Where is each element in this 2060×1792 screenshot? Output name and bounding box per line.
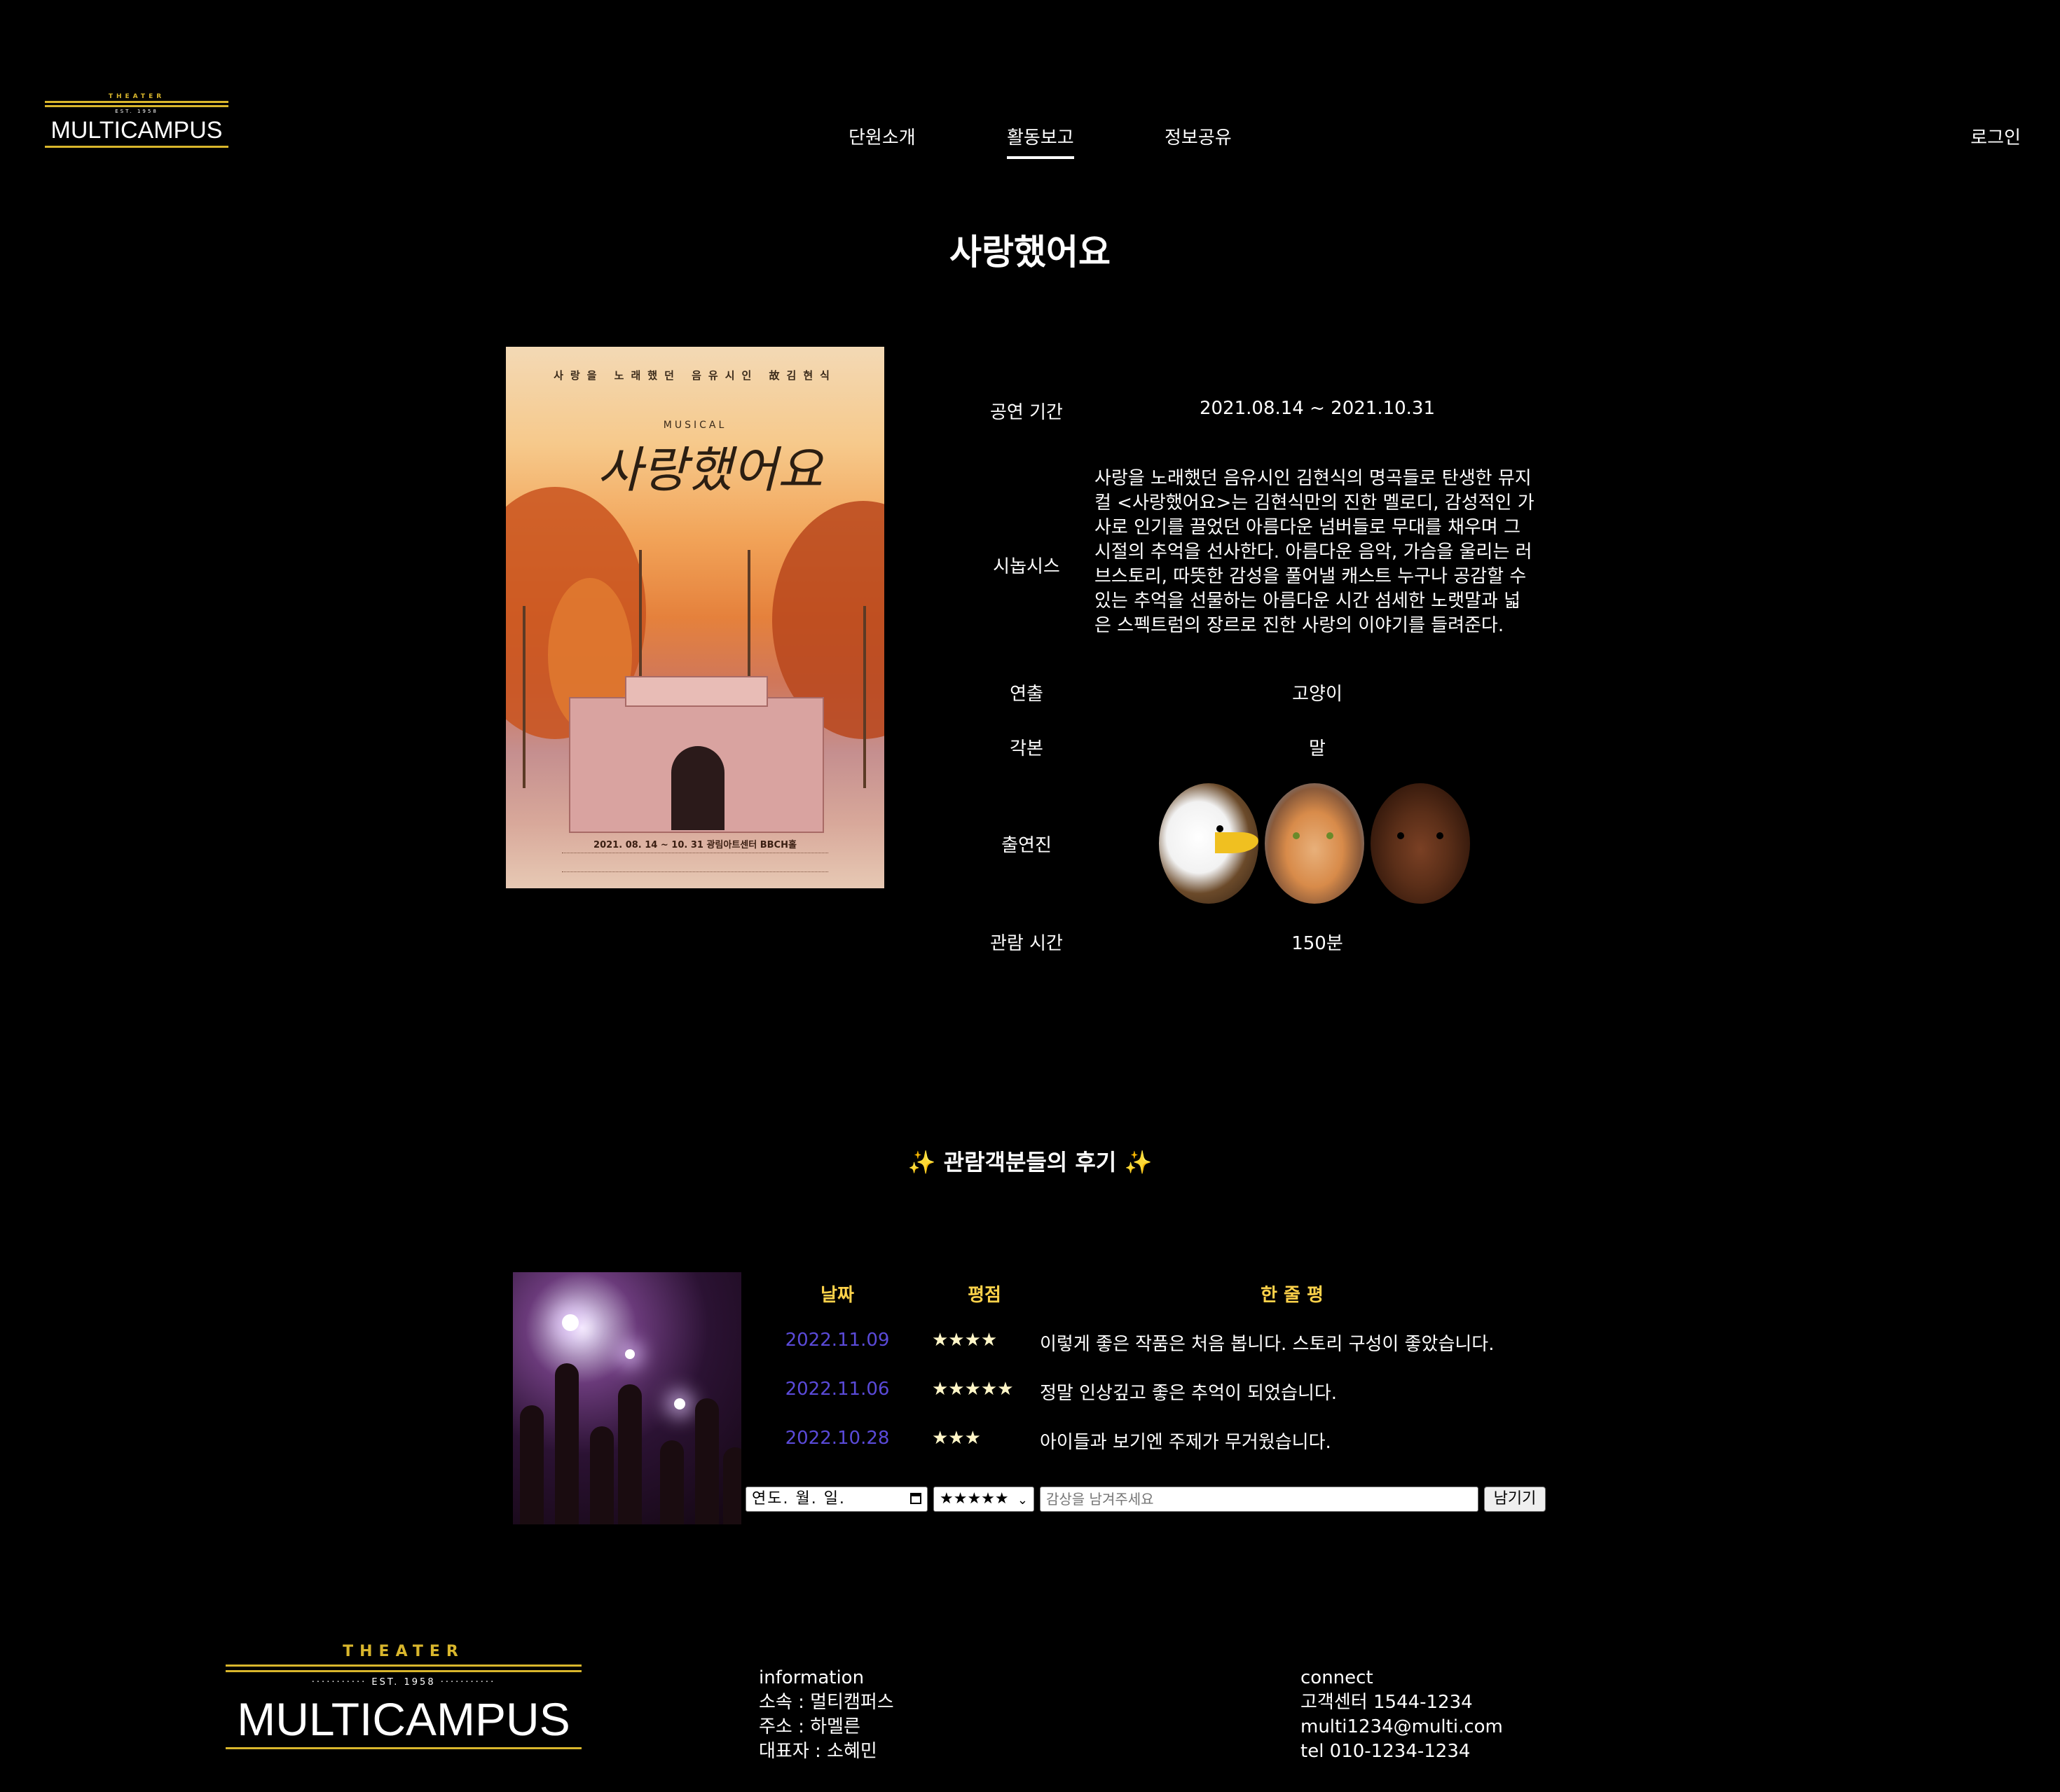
footer-customer-center: 고객센터 1544-1234 bbox=[1300, 1692, 1473, 1713]
label-cast: 출연진 bbox=[1001, 835, 1052, 856]
column-header-rating: 평점 bbox=[968, 1285, 1001, 1306]
poster-credits bbox=[562, 853, 828, 872]
review-text: 이렇게 좋은 작품은 처음 봅니다. 스토리 구성이 좋았습니다. bbox=[1040, 1334, 1495, 1355]
review-stars: ★★★★★ bbox=[932, 1379, 1014, 1400]
label-writer: 각본 bbox=[1010, 738, 1043, 759]
footer-phone: tel 010-1234-1234 bbox=[1300, 1741, 1471, 1762]
comment-placeholder: 감상을 남겨주세요 bbox=[1046, 1491, 1154, 1508]
column-header-comment: 한 줄 평 bbox=[1261, 1285, 1324, 1306]
label-synopsis: 시놉시스 bbox=[993, 556, 1060, 577]
value-runtime: 150분 bbox=[1291, 933, 1343, 954]
logo-est-text: EST. 1958 bbox=[115, 109, 158, 114]
footer-logo-rule bbox=[226, 1665, 582, 1672]
value-writer: 말 bbox=[1309, 738, 1326, 759]
cast-eagle-photo bbox=[1159, 783, 1258, 904]
label-period: 공연 기간 bbox=[990, 402, 1063, 423]
value-period: 2021.08.14 ~ 2021.10.31 bbox=[1199, 398, 1436, 419]
footer-connect: connect 고객센터 1544-1234 multi1234@multi.c… bbox=[1300, 1666, 1503, 1764]
nav-item-info[interactable]: 정보공유 bbox=[1165, 123, 1232, 149]
review-text: 아이들과 보기엔 주제가 무거웠습니다. bbox=[1040, 1432, 1331, 1453]
cast-cat-photo bbox=[1265, 783, 1364, 904]
footer-logo-est-text: ··········· EST. 1958 ··········· bbox=[311, 1677, 496, 1688]
footer-information-title: information bbox=[759, 1667, 865, 1688]
footer-connect-title: connect bbox=[1300, 1667, 1373, 1688]
label-runtime: 관람 시간 bbox=[990, 933, 1063, 954]
footer-logo-theater-text: THEATER bbox=[343, 1643, 465, 1660]
review-date: 2022.10.28 bbox=[785, 1428, 890, 1449]
footer-representative: 대표자 : 소혜민 bbox=[759, 1741, 877, 1762]
footer-information: information 소속 : 멀티캠퍼스 주소 : 하멜른 대표자 : 소혜… bbox=[759, 1666, 894, 1764]
poster-dates: 2021. 08. 14 ~ 10. 31 광림아트센터 BBCH홀 bbox=[593, 840, 797, 850]
footer-affiliation: 소속 : 멀티캠퍼스 bbox=[759, 1692, 894, 1713]
poster-tagline: 사랑을 노래했던 음유시인 故김현식 bbox=[554, 369, 837, 382]
calendar-icon[interactable] bbox=[910, 1493, 921, 1504]
poster-title: 사랑했어요 bbox=[597, 441, 823, 499]
review-stars: ★★★ bbox=[932, 1428, 981, 1449]
review-date-input[interactable]: 연도. 월. 일. bbox=[746, 1487, 928, 1512]
review-text: 정말 인상깊고 좋은 추억이 되었습니다. bbox=[1040, 1383, 1338, 1404]
value-synopsis: 사랑을 노래했던 음유시인 김현식의 명곡들로 탄생한 뮤지컬 <사랑했어요>는… bbox=[1094, 468, 1534, 636]
logo-rule bbox=[45, 101, 228, 107]
show-poster: 사랑을 노래했던 음유시인 故김현식 MUSICAL 사랑했어요 2021. 0… bbox=[506, 347, 884, 888]
review-submit-button[interactable]: 남기기 bbox=[1484, 1487, 1546, 1512]
review-stars: ★★★★ bbox=[932, 1330, 998, 1351]
poster-musical: MUSICAL bbox=[663, 420, 727, 431]
footer-logo-est: EST. 1958 bbox=[371, 1677, 436, 1688]
review-date: 2022.11.09 bbox=[785, 1330, 890, 1351]
footer-logo[interactable]: THEATER ··········· EST. 1958 ··········… bbox=[226, 1642, 582, 1749]
cast-cow-photo bbox=[1371, 783, 1470, 904]
value-director: 고양이 bbox=[1292, 684, 1343, 705]
label-director: 연출 bbox=[1010, 684, 1043, 705]
chevron-down-icon: ⌄ bbox=[1017, 1493, 1028, 1508]
login-link[interactable]: 로그인 bbox=[1970, 123, 2021, 149]
footer-address: 주소 : 하멜른 bbox=[759, 1716, 860, 1737]
reviews-heading: ✨ 관람객분들의 후기 ✨ bbox=[907, 1149, 1153, 1176]
footer-email[interactable]: multi1234@multi.com bbox=[1300, 1715, 1503, 1739]
review-rating-select[interactable]: ★★★★★ ⌄ bbox=[933, 1487, 1034, 1512]
review-comment-input[interactable]: 감상을 남겨주세요 bbox=[1040, 1487, 1478, 1512]
footer-logo-name-text: MULTICAMPUS bbox=[226, 1693, 582, 1749]
page-title: 사랑했어요 bbox=[949, 232, 1111, 273]
column-header-date: 날짜 bbox=[820, 1285, 854, 1306]
reviews-concert-image bbox=[513, 1272, 741, 1524]
nav-item-activity[interactable]: 활동보고 bbox=[1007, 123, 1074, 159]
rating-selected: ★★★★★ bbox=[940, 1490, 1009, 1508]
review-date: 2022.11.06 bbox=[785, 1379, 890, 1400]
nav-item-members[interactable]: 단원소개 bbox=[849, 123, 916, 149]
date-placeholder: 연도. 월. 일. bbox=[752, 1490, 846, 1508]
logo-name-text: MULTICAMPUS bbox=[45, 116, 228, 148]
logo-theater-text: THEATER bbox=[108, 93, 165, 100]
site-logo[interactable]: THEATER EST. 1958 MULTICAMPUS bbox=[45, 92, 228, 148]
